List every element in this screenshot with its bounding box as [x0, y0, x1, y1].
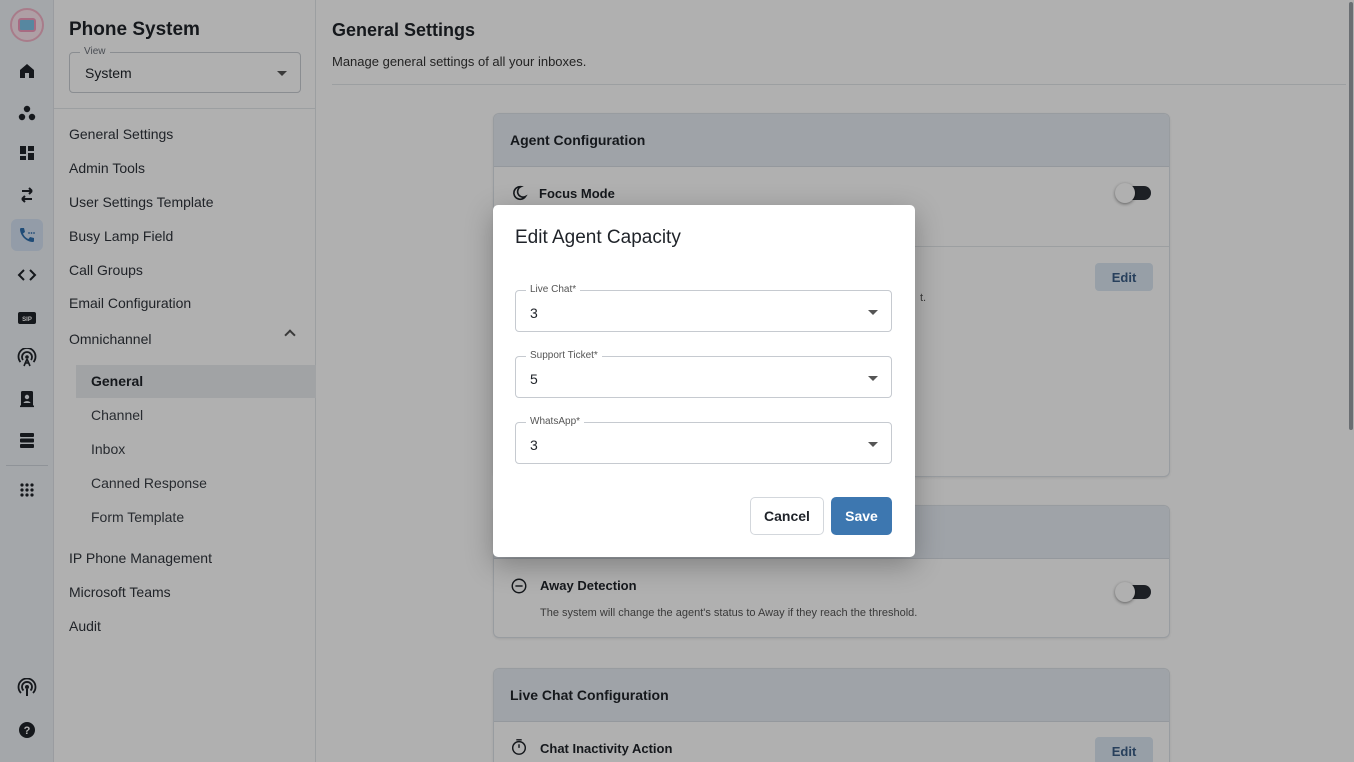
- edit-agent-capacity-dialog: Edit Agent Capacity Live Chat* 3 Support…: [493, 205, 915, 557]
- whatsapp-value: 3: [530, 437, 538, 453]
- support-ticket-label: Support Ticket*: [526, 350, 602, 361]
- whatsapp-label: WhatsApp*: [526, 416, 585, 427]
- chevron-down-icon: [868, 376, 878, 381]
- dialog-title: Edit Agent Capacity: [515, 227, 681, 248]
- chevron-down-icon: [868, 310, 878, 315]
- live-chat-select[interactable]: Live Chat* 3: [515, 284, 892, 332]
- support-ticket-value: 5: [530, 371, 538, 387]
- save-button[interactable]: Save: [831, 497, 892, 535]
- cancel-button[interactable]: Cancel: [750, 497, 824, 535]
- support-ticket-select[interactable]: Support Ticket* 5: [515, 350, 892, 398]
- chevron-down-icon: [868, 442, 878, 447]
- live-chat-label: Live Chat*: [526, 284, 581, 295]
- live-chat-value: 3: [530, 305, 538, 321]
- whatsapp-select[interactable]: WhatsApp* 3: [515, 416, 892, 464]
